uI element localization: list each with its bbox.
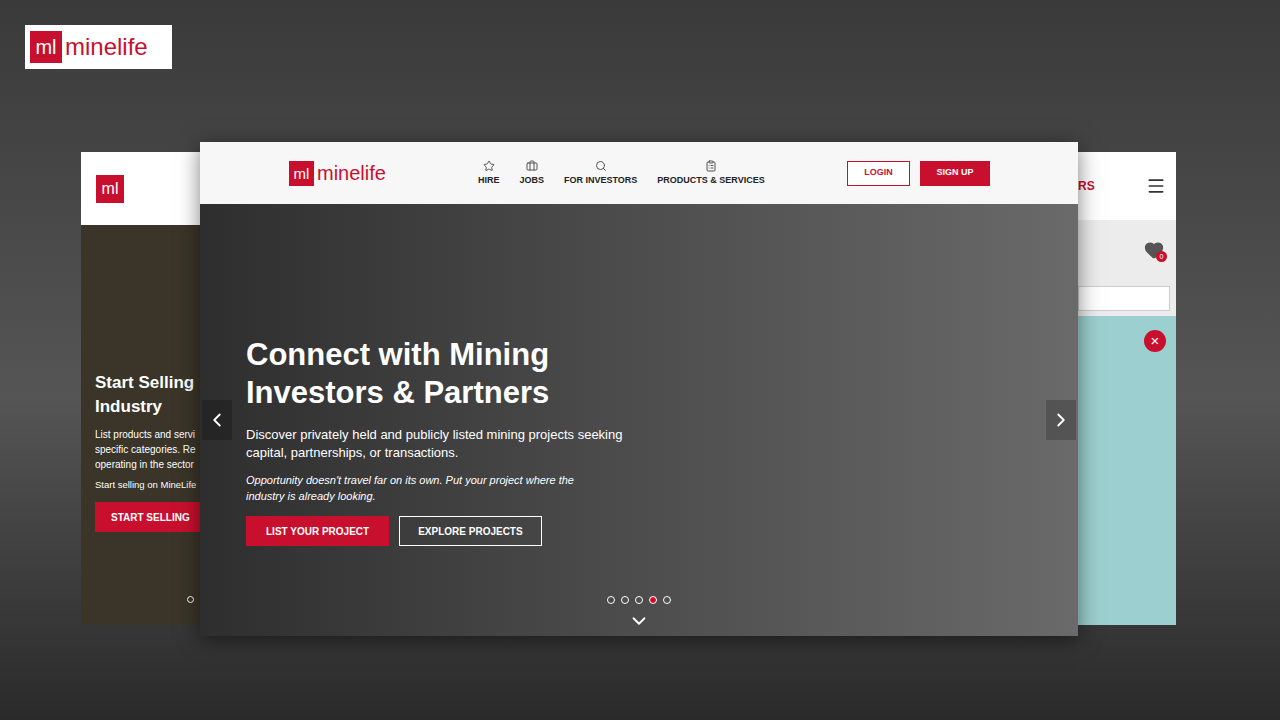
map[interactable]: × [1078,316,1176,625]
slide-dot[interactable] [649,596,657,604]
corner-logo-mark: ml [30,31,62,63]
slide-dot[interactable] [663,596,671,604]
main-header: mlminelife HIRE JOBS FOR INVESTORS PRODUCTS … [200,142,1078,204]
list-project-button[interactable]: LIST YOUR PROJECT [246,516,389,546]
favorites-button[interactable]: 0 [1142,238,1166,262]
nav-item[interactable]: HIRE [478,160,500,186]
left-slide-dots [187,596,194,603]
explore-projects-button[interactable]: EXPLORE PROJECTS [399,516,541,546]
search-row [1078,280,1176,316]
left-hero: Start SellingIndustry List products and s… [81,225,200,625]
hero-title: Connect with MiningInvestors & Partners [246,336,549,412]
hero-tagline: Opportunity doesn't travel far on its ow… [246,472,574,504]
left-hero-link[interactable]: Start selling on MineLife [95,478,200,492]
main-logo-name: minelife [317,163,386,183]
menu-icon[interactable] [1146,176,1166,196]
left-window: ml Start SellingIndustry List products and… [81,152,200,625]
star-icon [483,160,495,172]
hero-content: Connect with MiningInvestors & Partners D… [200,204,1078,546]
next-slide-button[interactable] [1046,400,1076,440]
slide-dot[interactable] [635,596,643,604]
slide-dot[interactable] [621,596,629,604]
hero-buttons: LIST YOUR PROJECT EXPLORE PROJECTS [246,516,542,546]
auth-buttons: LOGIN SIGN UP [847,161,990,186]
main-logo-mark: ml [289,161,314,186]
corner-logo-name: minelife [65,35,148,59]
favorites-count: 0 [1156,251,1167,262]
chevron-left-icon [206,409,228,431]
login-button[interactable]: LOGIN [847,161,910,186]
scroll-down[interactable] [200,610,1078,632]
search-icon [595,160,607,172]
favorites-bar: 0 [1078,220,1176,280]
clipboard-icon [705,160,717,172]
chevron-right-icon [1050,409,1072,431]
main-window: mlminelife HIRE JOBS FOR INVESTORS PRODUCTS … [200,142,1078,636]
signup-button[interactable]: SIGN UP [920,161,990,186]
start-selling-button[interactable]: START SELLING [95,502,200,532]
right-header: RS [1078,152,1176,220]
main-hero: Connect with MiningInvestors & Partners D… [200,204,1078,636]
left-header: ml [81,152,200,225]
left-logo-mark: ml [96,175,124,203]
nav-item[interactable]: JOBS [519,160,544,186]
slide-dots [200,596,1078,604]
left-hero-title: Start SellingIndustry [95,371,200,419]
main-logo[interactable]: mlminelife [289,161,386,186]
hero-body: Discover privately held and publicly lis… [246,426,622,462]
main-nav: HIRE JOBS FOR INVESTORS PRODUCTS & SERVICES [478,160,765,186]
prev-slide-button[interactable] [202,400,232,440]
chevron-down-icon [628,610,650,632]
briefcase-icon [526,160,538,172]
nav-item[interactable]: PRODUCTS & SERVICES [657,160,764,186]
slide-dot[interactable] [187,596,194,603]
right-header-text[interactable]: RS [1078,177,1095,195]
slide-dot[interactable] [607,596,615,604]
corner-logo: mlminelife [25,25,172,69]
left-hero-body: List products and servispecific categori… [95,427,200,472]
right-window: RS 0 × [1078,152,1176,625]
page: mlminelifemlStart SellingIndustryList pr… [0,0,1280,720]
nav-item[interactable]: FOR INVESTORS [564,160,637,186]
search-field[interactable] [1078,286,1170,311]
map-close-button[interactable]: × [1144,330,1166,352]
